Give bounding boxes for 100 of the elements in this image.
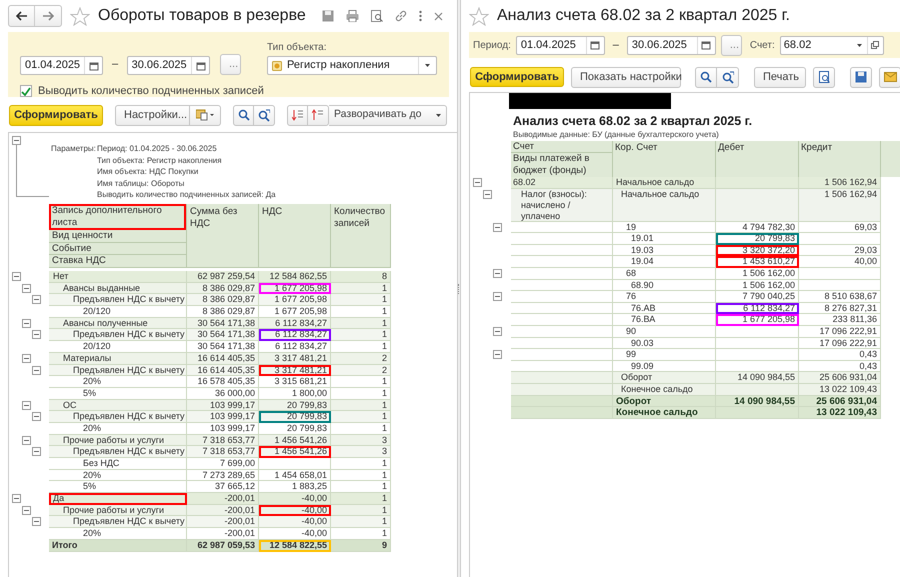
date-field[interactable]: 01.04.2025 bbox=[516, 36, 605, 54]
checkbox[interactable] bbox=[20, 85, 32, 98]
table-cell: 20% bbox=[49, 376, 187, 388]
search-button[interactable] bbox=[233, 104, 254, 126]
expand-all-button[interactable] bbox=[287, 104, 308, 126]
table-cell: 8 276 827,31 bbox=[799, 302, 881, 314]
table-cell: 1 bbox=[331, 294, 391, 306]
table-cell: -200,01 bbox=[187, 516, 259, 528]
date-field[interactable]: 30.06.2025 bbox=[626, 36, 716, 54]
table-cell: 0,43 bbox=[799, 360, 881, 372]
window-title: Анализ счета 68.02 за 2 квартал 2025 г. bbox=[497, 6, 790, 26]
table-cell: 3 320 372,20 bbox=[716, 244, 799, 256]
column-header: Сумма без НДС bbox=[187, 204, 259, 268]
collapse-icon bbox=[22, 506, 31, 515]
collapse-all-button[interactable] bbox=[308, 104, 329, 126]
table-cell: Оборот bbox=[613, 372, 716, 384]
table-cell: 1 bbox=[331, 341, 391, 353]
table-cell: Предъявлен НДС к вычету bbox=[49, 516, 187, 528]
table-cell: 20% bbox=[49, 422, 187, 435]
date-field[interactable]: 30.06.2025 bbox=[126, 56, 210, 75]
table-cell: 103 999,17 bbox=[187, 400, 259, 412]
table-cell: 40,00 bbox=[799, 256, 881, 268]
caret-down-icon bbox=[425, 64, 430, 67]
collapse-icon bbox=[22, 354, 31, 363]
table-cell: 1 677 205,98 bbox=[716, 314, 799, 326]
collapse-icon bbox=[32, 366, 41, 374]
button[interactable]: Показать настройки bbox=[571, 66, 681, 88]
table-cell: Оборот bbox=[613, 396, 716, 408]
envelope-button[interactable] bbox=[879, 66, 900, 88]
parameters-label: Параметры: bbox=[51, 143, 97, 155]
splitter-handle[interactable] bbox=[458, 284, 460, 294]
search-next-icon bbox=[722, 70, 734, 84]
generate-button[interactable]: Сформировать bbox=[470, 67, 564, 87]
collapse-all-icon bbox=[312, 109, 324, 121]
report-variant-icon bbox=[196, 109, 214, 121]
star-icon bbox=[70, 6, 90, 26]
table-cell: 7 699,00 bbox=[187, 458, 259, 470]
table-cell: -40,00 bbox=[259, 516, 331, 528]
table-cell: 1 bbox=[331, 504, 391, 516]
table-cell: 6 112 834,27 bbox=[259, 329, 331, 342]
table-cell: 2 bbox=[331, 352, 391, 364]
table-cell: 17 096 222,91 bbox=[799, 326, 881, 338]
open-window-icon bbox=[871, 41, 880, 49]
table-cell: 20/120 bbox=[49, 306, 187, 318]
table-cell: Авансы выданные bbox=[49, 282, 187, 294]
expand-to-dropdown[interactable]: Разворачивать до bbox=[329, 104, 447, 126]
table-cell: 1 bbox=[331, 388, 391, 400]
favorite-star-button[interactable] bbox=[70, 6, 90, 26]
table-cell: 3 bbox=[331, 434, 391, 446]
preview-icon bbox=[371, 10, 383, 22]
table-cell: Авансы полученные bbox=[49, 318, 187, 330]
preview-button[interactable] bbox=[813, 66, 835, 88]
table-cell: 1 bbox=[331, 411, 391, 423]
account-field[interactable]: 68.02 bbox=[780, 36, 884, 54]
table-cell: 68 bbox=[613, 268, 716, 280]
table-cell: 37 665,12 bbox=[187, 481, 259, 494]
table-cell: 30 564 171,38 bbox=[187, 341, 259, 353]
collapse-icon bbox=[493, 326, 502, 336]
table-cell: Прочие работы и услуги bbox=[49, 504, 187, 516]
table-cell: 3 315 681,21 bbox=[259, 376, 331, 388]
table-cell: 1 800,00 bbox=[259, 388, 331, 400]
table-cell: 16 614 405,35 bbox=[187, 364, 259, 376]
table-cell: 1 454 658,01 bbox=[259, 470, 331, 482]
favorite-star-button[interactable] bbox=[469, 6, 489, 26]
collapse-icon bbox=[493, 292, 502, 302]
table-cell: 1 506 162,00 bbox=[716, 268, 799, 280]
table-cell: 12 584 862,55 bbox=[259, 271, 331, 283]
table-cell: Да bbox=[49, 493, 187, 505]
table-cell: 20 799,83 bbox=[259, 422, 331, 435]
star-icon bbox=[469, 6, 489, 26]
search-next-button[interactable] bbox=[717, 66, 739, 88]
generate-button[interactable]: Сформировать bbox=[9, 104, 103, 126]
table-cell: 29,03 bbox=[799, 244, 881, 256]
table-cell: 36 000,00 bbox=[187, 388, 259, 400]
calendar-icon bbox=[590, 40, 600, 50]
table-cell: 17 096 222,91 bbox=[799, 338, 881, 350]
table-cell: 1 bbox=[331, 329, 391, 342]
button[interactable]: Печать bbox=[754, 66, 806, 88]
date-field[interactable]: 01.04.2025 bbox=[20, 56, 104, 75]
save-icon bbox=[322, 10, 334, 22]
parameter-line: Период: 01.04.2025 - 30.06.2025 bbox=[97, 143, 218, 154]
save-button[interactable] bbox=[850, 66, 872, 88]
collapse-icon bbox=[32, 517, 41, 526]
table-cell: 5% bbox=[49, 481, 187, 494]
column-header: Ставка НДС bbox=[49, 255, 186, 268]
button[interactable]: Настройки... bbox=[115, 104, 190, 126]
table-cell: 90.03 bbox=[613, 338, 716, 350]
table-cell: 1 506 162,00 bbox=[716, 280, 799, 292]
table-cell: 68.02 bbox=[511, 177, 613, 189]
table-cell: 8 510 638,67 bbox=[799, 291, 881, 303]
table-cell: 1 456 541,26 bbox=[259, 434, 331, 446]
object-type-dropdown[interactable]: Регистр накопления bbox=[267, 56, 437, 75]
table-cell: 1 bbox=[331, 516, 391, 528]
report-variant-button[interactable] bbox=[190, 104, 221, 126]
search-next-button[interactable] bbox=[254, 104, 275, 126]
search-icon bbox=[238, 109, 250, 121]
search-button[interactable] bbox=[695, 66, 717, 88]
tree-connector bbox=[16, 145, 49, 197]
table-cell: 20/120 bbox=[49, 341, 187, 353]
table-cell: 0,43 bbox=[799, 349, 881, 361]
